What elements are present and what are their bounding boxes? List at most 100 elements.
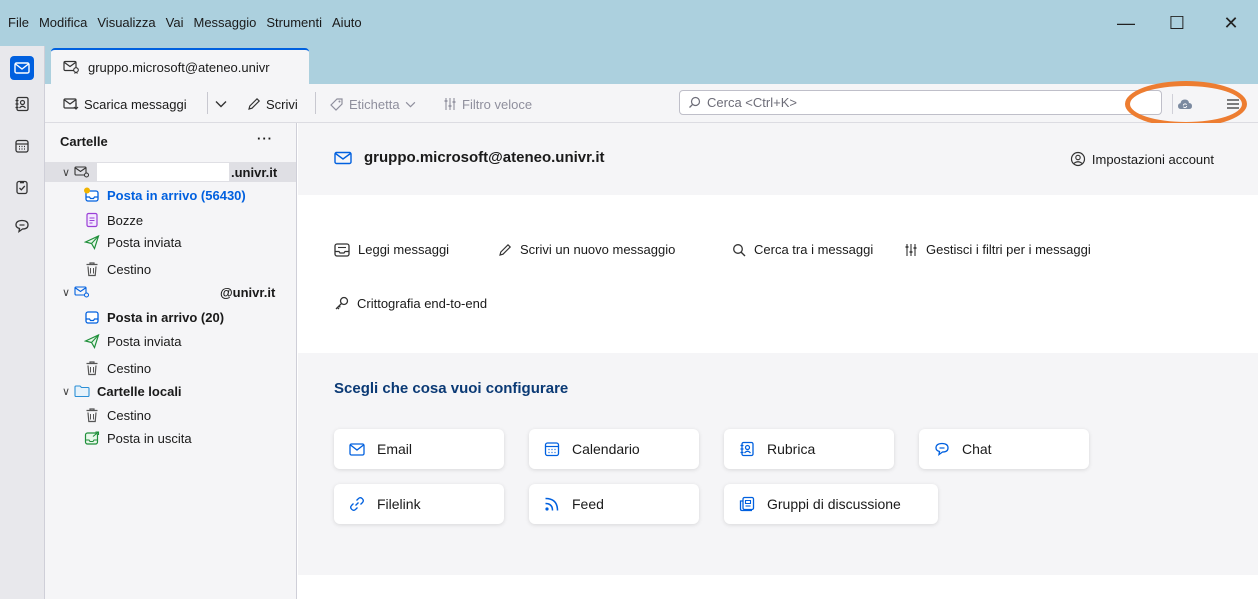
minimize-button[interactable]: — [1111, 10, 1141, 36]
end-to-end-encryption-action[interactable]: Crittografia end-to-end [334, 296, 487, 311]
chevron-down-icon [215, 101, 227, 108]
folder-trash-2[interactable]: Cestino [45, 358, 296, 378]
chevron-down-icon[interactable]: ∨ [59, 166, 73, 179]
folder-sent-2[interactable]: Posta inviata [45, 331, 296, 351]
write-new-message-label: Scrivi un nuovo messaggio [520, 242, 676, 257]
setup-section: Scegli che cosa vuoi configurare Email C… [298, 353, 1258, 575]
chevron-down-icon[interactable]: ∨ [59, 286, 73, 299]
write-label: Scrivi [266, 96, 298, 112]
tag-button[interactable]: Etichetta [329, 93, 416, 115]
setup-chat-label: Chat [962, 441, 992, 457]
chat-space-button[interactable] [10, 214, 34, 238]
menu-message[interactable]: Messaggio [190, 9, 261, 34]
menu-edit[interactable]: Modifica [35, 9, 91, 34]
search-messages-label: Cerca tra i messaggi [754, 242, 874, 257]
account-central: gruppo.microsoft@ateneo.univr.it Imposta… [298, 123, 1258, 599]
folder-label: Posta in arrivo (56430) [107, 187, 246, 203]
folder-trash-1[interactable]: Cestino [45, 259, 296, 279]
menu-tools[interactable]: Strumenti [262, 9, 326, 34]
close-button[interactable]: ✕ [1216, 10, 1246, 36]
setup-feed-label: Feed [572, 496, 604, 512]
calendar-space-button[interactable] [10, 134, 34, 158]
write-new-message-action[interactable]: Scrivi un nuovo messaggio [498, 242, 675, 257]
account-header: gruppo.microsoft@ateneo.univr.it Imposta… [298, 123, 1258, 195]
tab-strip: gruppo.microsoft@ateneo.univr [45, 46, 1258, 84]
setup-calendar-button[interactable]: Calendario [529, 429, 699, 469]
account-settings-link[interactable]: Impostazioni account [1070, 151, 1214, 167]
setup-newsgroups-button[interactable]: Gruppi di discussione [724, 484, 938, 524]
quick-filter-button[interactable]: Filtro veloce [443, 93, 532, 115]
chevron-down-icon[interactable]: ∨ [59, 385, 73, 398]
search-input[interactable]: Cerca <Ctrl+K> [679, 90, 1162, 115]
outbox-icon [83, 430, 101, 446]
folder-pane: Cartelle ··· ∨ .univr.it Posta in arrivo… [45, 123, 297, 599]
setup-email-button[interactable]: Email [334, 429, 504, 469]
menu-go[interactable]: Vai [162, 9, 188, 34]
address-book-space-button[interactable] [10, 92, 34, 116]
menu-file[interactable]: File [4, 9, 33, 34]
trash-icon [83, 360, 101, 376]
folder-inbox-2[interactable]: Posta in arrivo (20) [45, 307, 296, 327]
setup-filelink-button[interactable]: Filelink [334, 484, 504, 524]
sent-icon [83, 333, 101, 349]
setup-chat-button[interactable]: Chat [919, 429, 1089, 469]
setup-newsgroups-label: Gruppi di discussione [767, 496, 901, 512]
folder-label: Cestino [107, 407, 152, 423]
setup-calendar-label: Calendario [572, 441, 640, 457]
mail-account-icon [63, 60, 79, 74]
folder-drafts-1[interactable]: Bozze [45, 210, 296, 230]
folder-label: Posta inviata [107, 333, 182, 349]
get-messages-button[interactable]: Scarica messaggi [63, 93, 187, 115]
mail-account-icon [73, 284, 91, 300]
folder-outbox-local[interactable]: Posta in uscita [45, 428, 296, 448]
search-messages-action[interactable]: Cerca tra i messaggi [732, 242, 873, 257]
folder-label: Posta in arrivo (20) [107, 309, 225, 325]
write-button[interactable]: Scrivi [247, 93, 298, 115]
read-messages-action[interactable]: Leggi messaggi [334, 242, 449, 257]
tasks-icon [16, 180, 28, 195]
mail-icon [334, 151, 352, 164]
folder-trash-local[interactable]: Cestino [45, 405, 296, 425]
address-book-icon [15, 96, 29, 112]
folder-label: Posta inviata [107, 234, 182, 250]
trash-icon [83, 261, 101, 277]
folder-inbox-1[interactable]: Posta in arrivo (56430) [45, 185, 296, 205]
manage-filters-action[interactable]: Gestisci i filtri per i messaggi [904, 242, 1091, 257]
account-name-suffix: .univr.it [231, 164, 278, 180]
get-messages-icon [63, 98, 79, 110]
local-folders-row[interactable]: ∨ Cartelle locali [45, 381, 296, 401]
drafts-icon [83, 212, 101, 228]
get-messages-dropdown[interactable] [215, 93, 227, 115]
tag-label: Etichetta [349, 96, 400, 112]
folder-pane-more-button[interactable]: ··· [257, 131, 273, 146]
title-bar: File Modifica Visualizza Vai Messaggio S… [0, 0, 1258, 46]
filter-sliders-icon [444, 98, 456, 110]
setup-title: Scegli che cosa vuoi configurare [334, 380, 569, 397]
account-row-2[interactable]: ∨ @univr.it [45, 282, 296, 302]
folder-icon [73, 383, 91, 399]
mail-space-button[interactable] [10, 56, 34, 80]
mail-account-icon [73, 164, 91, 180]
inbox-icon [83, 187, 101, 203]
menu-help[interactable]: Aiuto [328, 9, 366, 34]
mail-icon [14, 62, 30, 74]
menu-view[interactable]: Visualizza [93, 9, 159, 34]
chat-icon [935, 442, 949, 456]
mail-icon [349, 442, 365, 456]
pencil-icon [499, 243, 512, 256]
account-row-1[interactable]: ∨ .univr.it [45, 162, 296, 182]
search-placeholder: Cerca <Ctrl+K> [707, 95, 797, 110]
local-folders-label: Cartelle locali [97, 383, 182, 399]
maximize-button[interactable]: ☐ [1162, 10, 1192, 36]
newsgroups-icon [739, 496, 755, 512]
folder-label: Bozze [107, 212, 144, 228]
setup-filelink-label: Filelink [377, 496, 421, 512]
setup-feed-button[interactable]: Feed [529, 484, 699, 524]
tasks-space-button[interactable] [10, 175, 34, 199]
folder-label: Posta in uscita [107, 430, 192, 446]
setup-address-book-button[interactable]: Rubrica [724, 429, 894, 469]
folder-sent-1[interactable]: Posta inviata [45, 232, 296, 252]
redacted-account-name [97, 284, 218, 300]
tab-account-central[interactable]: gruppo.microsoft@ateneo.univr [51, 48, 309, 84]
search-icon [689, 96, 701, 108]
